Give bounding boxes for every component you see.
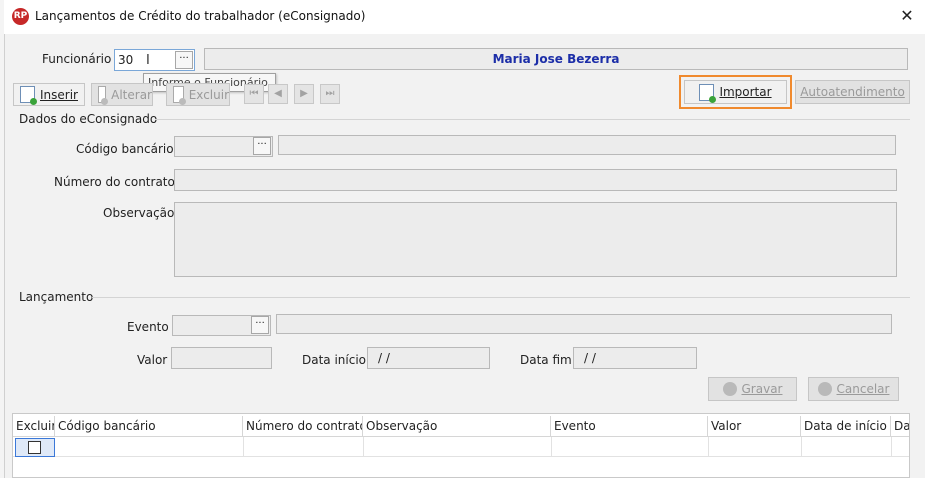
- grid-row-divider-4: [708, 437, 709, 457]
- data-inicio-label: Data início: [302, 353, 367, 367]
- nav-last-button[interactable]: ⏭: [320, 84, 340, 104]
- grid-row-divider-5: [801, 437, 802, 457]
- excluir-checkbox[interactable]: [28, 441, 41, 454]
- nav-next-button[interactable]: ▶: [294, 84, 314, 104]
- observacao-label: Observação: [103, 206, 175, 220]
- grid-row-excluir-cell[interactable]: [15, 438, 55, 457]
- evento-description-field: [276, 314, 892, 334]
- import-doc-icon: [699, 83, 717, 103]
- gravar-button[interactable]: Gravar: [708, 377, 797, 401]
- grid-col-evento[interactable]: Evento: [551, 416, 708, 436]
- grid-col-valor[interactable]: Valor: [708, 416, 801, 436]
- inserir-button[interactable]: Inserir: [13, 83, 85, 106]
- grid-col-numero-contrato[interactable]: Número do contrato: [243, 416, 363, 436]
- grid-row-divider-6: [891, 437, 892, 457]
- check-icon: [722, 382, 737, 396]
- text-cursor-icon: I: [146, 53, 150, 68]
- funcionario-name-field: Maria Jose Bezerra: [204, 48, 908, 70]
- valor-label: Valor: [137, 353, 168, 367]
- funcionario-lookup-button[interactable]: ···: [175, 51, 193, 69]
- grid-header: Excluir Código bancário Número do contra…: [13, 416, 909, 437]
- window-title: Lançamentos de Crédito do trabalhador (e…: [35, 9, 366, 23]
- importar-button[interactable]: Importar: [684, 80, 787, 104]
- grid-col-data-inicio[interactable]: Data de início: [801, 416, 891, 436]
- grid-col-excluir[interactable]: Excluir: [13, 416, 55, 436]
- funcionario-name: Maria Jose Bezerra: [492, 52, 620, 66]
- alterar-button[interactable]: Alterar: [91, 83, 153, 106]
- close-icon[interactable]: ✕: [895, 4, 919, 28]
- codigo-bancario-label: Código bancário: [76, 142, 174, 156]
- codigo-bancario-lookup-button[interactable]: ···: [253, 137, 271, 155]
- grid-row-divider-1: [243, 437, 244, 457]
- dados-section-divider: [155, 119, 910, 120]
- dados-section-title: Dados do eConsignado: [19, 112, 158, 126]
- delete-doc-icon: [173, 86, 186, 105]
- autoatendimento-button[interactable]: Autoatendimento: [795, 80, 910, 104]
- app-logo-icon: RP: [12, 8, 29, 25]
- nav-first-button[interactable]: ⏮: [244, 84, 264, 104]
- cancelar-button[interactable]: Cancelar: [808, 377, 899, 401]
- data-fim-input[interactable]: / /: [573, 347, 697, 369]
- nav-prev-button[interactable]: ◀: [268, 84, 288, 104]
- cancel-icon: [817, 382, 832, 396]
- valor-input[interactable]: [171, 347, 272, 369]
- numero-contrato-label: Número do contrato: [54, 175, 175, 189]
- lancamento-section-title: Lançamento: [19, 290, 94, 304]
- grid-col-observacao[interactable]: Observação: [363, 416, 551, 436]
- grid-col-codigo-bancario[interactable]: Código bancário: [55, 416, 243, 436]
- evento-lookup-button[interactable]: ···: [251, 316, 269, 334]
- data-inicio-input[interactable]: / /: [367, 347, 490, 369]
- grid-row-divider-3: [551, 437, 552, 457]
- grid-col-data-fim[interactable]: Da: [891, 416, 909, 436]
- excluir-button[interactable]: Excluir: [166, 83, 230, 106]
- edit-doc-icon: [98, 86, 109, 105]
- observacao-textarea[interactable]: [174, 202, 897, 277]
- numero-contrato-input[interactable]: [174, 169, 897, 191]
- evento-label: Evento: [127, 320, 169, 334]
- grid-row-divider-2: [363, 437, 364, 457]
- funcionario-code-value: 30: [118, 53, 134, 67]
- insert-doc-icon: [20, 86, 37, 105]
- funcionario-label: Funcionário: [42, 52, 112, 66]
- data-fim-label: Data fim: [520, 353, 572, 367]
- grid-row[interactable]: [13, 437, 909, 457]
- codigo-bancario-description-field: [278, 135, 896, 155]
- lancamento-section-divider: [92, 297, 910, 298]
